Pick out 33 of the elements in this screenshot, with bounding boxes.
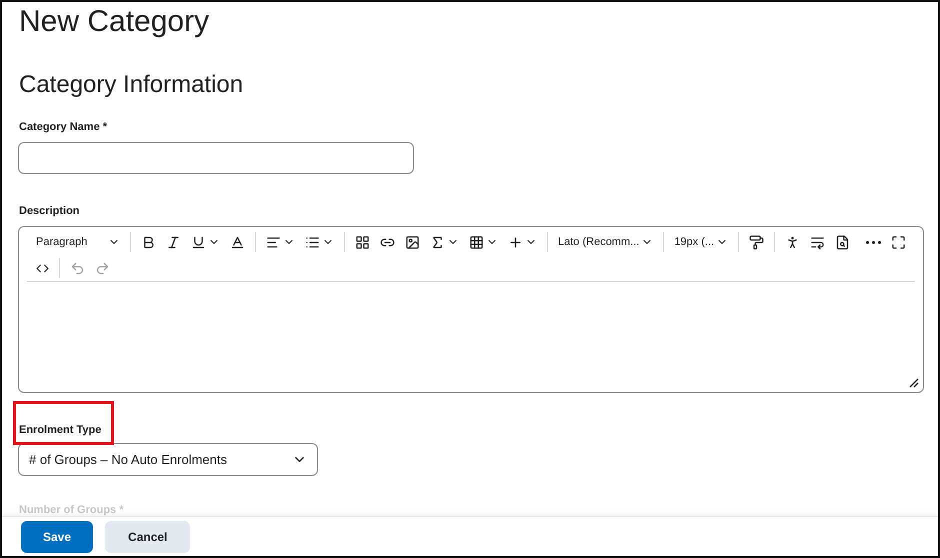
cancel-button[interactable]: Cancel	[105, 520, 190, 552]
format-dropdown[interactable]: Paragraph	[33, 234, 123, 250]
resize-handle-icon[interactable]	[909, 378, 919, 388]
image-icon	[405, 234, 420, 250]
field-label: Number of Groups *	[19, 504, 124, 516]
redo-icon	[95, 260, 110, 276]
field-label: Category Name *	[19, 120, 108, 134]
enrolment-type-dropdown[interactable]: # of Groups – No Auto Enrolments	[18, 443, 318, 476]
sigma-icon	[430, 234, 445, 250]
undo-icon	[70, 260, 85, 276]
field-label: Enrolment Type	[19, 423, 102, 437]
table-icon	[469, 234, 484, 250]
text-color-icon	[230, 234, 245, 250]
field-label: Description	[19, 204, 80, 218]
size-dropdown[interactable]: 19px (...	[671, 234, 732, 250]
list-icon	[305, 234, 320, 250]
rich-text-editor[interactable]: Paragraph Lato (Recomm... 19px (...	[18, 226, 924, 393]
more-button[interactable]	[863, 238, 884, 246]
more-icon	[866, 240, 881, 244]
section-title: Category Information	[19, 70, 244, 100]
input-field[interactable]	[18, 142, 414, 174]
save-button[interactable]: Save	[21, 520, 94, 552]
paint-roller-icon	[749, 234, 764, 250]
align-left-icon	[266, 234, 281, 250]
underline-icon	[191, 234, 206, 250]
bold-icon	[141, 234, 156, 250]
fullscreen-icon	[891, 234, 906, 250]
plus-icon	[508, 234, 523, 250]
font-dropdown[interactable]: Lato (Recomm...	[555, 234, 656, 250]
italic-icon	[166, 234, 181, 250]
preview-icon	[835, 234, 850, 250]
page-title: New Category	[19, 4, 210, 40]
code-icon	[36, 262, 49, 274]
